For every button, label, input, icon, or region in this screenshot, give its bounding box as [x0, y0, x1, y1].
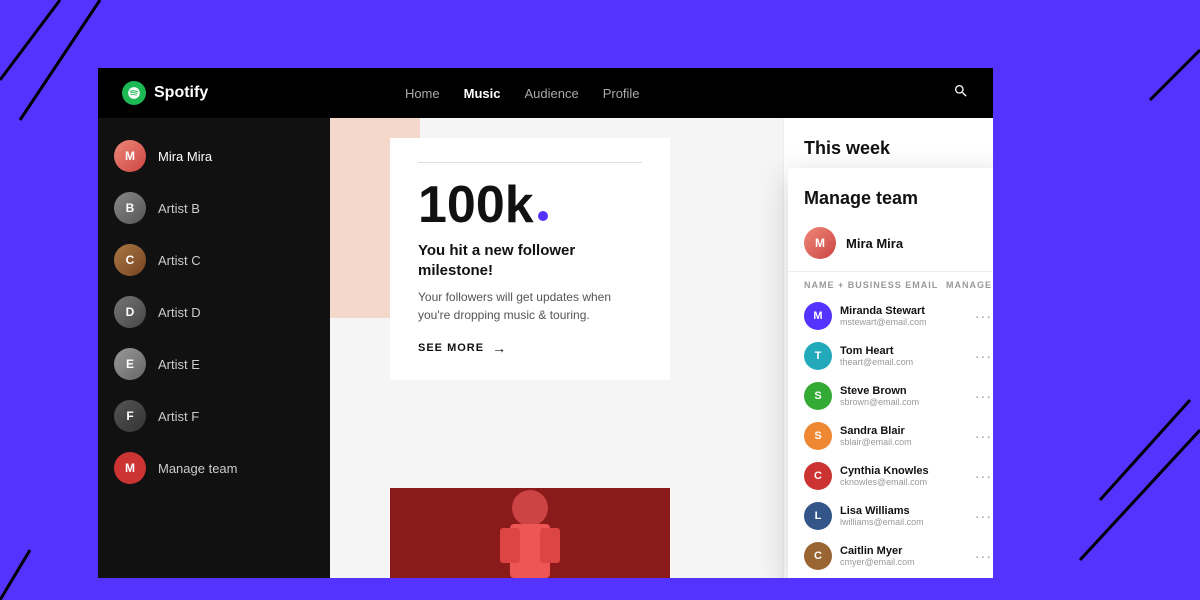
member-dots-sandra[interactable]: ···	[975, 428, 992, 444]
sidebar-item-manage-team[interactable]: M Manage team	[98, 442, 330, 494]
manage-current-user: M Mira Mira	[788, 219, 993, 272]
see-more-button[interactable]: SEE MORE →	[418, 340, 642, 356]
member-info-steve: Steve Brown sbrown@email.com	[840, 385, 967, 407]
member-name-sandra: Sandra Blair	[840, 425, 967, 437]
member-info-tom: Tom Heart theart@email.com	[840, 345, 967, 367]
member-name-caitlin: Caitlin Myer	[840, 545, 967, 557]
member-dots-caitlin[interactable]: ···	[975, 548, 992, 564]
top-nav: Spotify Home Music Audience Profile	[98, 68, 993, 118]
app-name: Spotify	[154, 84, 208, 102]
member-avatar-steve: S	[804, 382, 832, 410]
artist-photo-card	[390, 488, 670, 578]
member-info-lisa: Lisa Williams lwilliams@email.com	[840, 505, 967, 527]
sidebar-item-artist-f[interactable]: F Artist F	[98, 390, 330, 442]
content-area: M Mira Mira B Artist B C Artist C D Arti…	[98, 118, 993, 578]
sidebar: M Mira Mira B Artist B C Artist C D Arti…	[98, 118, 330, 578]
team-member-lisa: L Lisa Williams lwilliams@email.com ···	[788, 496, 993, 536]
manage-team-title: Manage team	[788, 188, 993, 219]
nav-audience[interactable]: Audience	[524, 86, 578, 101]
sidebar-label-artist-e: Artist E	[158, 357, 200, 372]
manage-col-header: NAME + BUSINESS EMAIL MANAGE	[788, 272, 993, 296]
team-member-tom: T Tom Heart theart@email.com ···	[788, 336, 993, 376]
member-avatar-cynthia: C	[804, 462, 832, 490]
team-member-caitlin: C Caitlin Myer cmyer@email.com ···	[788, 536, 993, 576]
nav-links: Home Music Audience Profile	[405, 86, 640, 101]
member-avatar-lisa: L	[804, 502, 832, 530]
member-dots-miranda[interactable]: ···	[975, 308, 992, 324]
sidebar-label-mira-mira: Mira Mira	[158, 149, 212, 164]
member-dots-steve[interactable]: ···	[975, 388, 992, 404]
milestone-card: 100k You hit a new follower milestone! Y…	[390, 138, 670, 380]
team-member-steve: S Steve Brown sbrown@email.com ···	[788, 376, 993, 416]
member-email-steve: sbrown@email.com	[840, 397, 967, 407]
member-name-lisa: Lisa Williams	[840, 505, 967, 517]
manage-current-name: Mira Mira	[846, 236, 903, 251]
search-icon[interactable]	[953, 83, 969, 104]
milestone-dot	[538, 211, 548, 221]
avatar-artist-c: C	[114, 244, 146, 276]
member-email-lisa: lwilliams@email.com	[840, 517, 967, 527]
main-content: 100k You hit a new follower milestone! Y…	[330, 118, 993, 578]
milestone-divider	[418, 162, 642, 163]
team-member-cynthia: C Cynthia Knowles cknowles@email.com ···	[788, 456, 993, 496]
sidebar-label-artist-d: Artist D	[158, 305, 201, 320]
sidebar-item-artist-e[interactable]: E Artist E	[98, 338, 330, 390]
member-email-miranda: mstewart@email.com	[840, 317, 967, 327]
member-info-caitlin: Caitlin Myer cmyer@email.com	[840, 545, 967, 567]
sidebar-item-artist-d[interactable]: D Artist D	[98, 286, 330, 338]
sidebar-item-artist-b[interactable]: B Artist B	[98, 182, 330, 234]
member-email-tom: theart@email.com	[840, 357, 967, 367]
avatar-manage-team: M	[114, 452, 146, 484]
avatar-mira-mira: M	[114, 140, 146, 172]
photo-card-inner	[390, 488, 670, 578]
nav-home[interactable]: Home	[405, 86, 440, 101]
nav-music[interactable]: Music	[464, 86, 501, 101]
member-email-cynthia: cknowles@email.com	[840, 477, 967, 487]
avatar-artist-b: B	[114, 192, 146, 224]
avatar-artist-d: D	[114, 296, 146, 328]
member-dots-lisa[interactable]: ···	[975, 508, 992, 524]
nav-logo: Spotify	[122, 81, 208, 105]
main-container: Spotify Home Music Audience Profile M Mi…	[98, 68, 993, 578]
member-name-tom: Tom Heart	[840, 345, 967, 357]
member-dots-tom[interactable]: ···	[975, 348, 992, 364]
avatar-artist-e: E	[114, 348, 146, 380]
arrow-right-icon: →	[492, 340, 507, 356]
member-avatar-sandra: S	[804, 422, 832, 450]
col-manage-label: MANAGE	[946, 280, 992, 290]
manage-team-card: Manage team M Mira Mira NAME + BUSINESS …	[788, 168, 993, 578]
member-avatar-tom: T	[804, 342, 832, 370]
member-email-caitlin: cmyer@email.com	[840, 557, 967, 567]
member-name-miranda: Miranda Stewart	[840, 305, 967, 317]
member-name-steve: Steve Brown	[840, 385, 967, 397]
col-name-label: NAME + BUSINESS EMAIL	[804, 280, 938, 290]
member-info-cynthia: Cynthia Knowles cknowles@email.com	[840, 465, 967, 487]
sidebar-label-artist-b: Artist B	[158, 201, 200, 216]
sidebar-label-artist-f: Artist F	[158, 409, 199, 424]
sidebar-label-manage-team: Manage team	[158, 461, 238, 476]
nav-profile[interactable]: Profile	[603, 86, 640, 101]
team-member-miranda: M Miranda Stewart mstewart@email.com ···	[788, 296, 993, 336]
member-name-cynthia: Cynthia Knowles	[840, 465, 967, 477]
sidebar-item-mira-mira[interactable]: M Mira Mira	[98, 130, 330, 182]
sidebar-label-artist-c: Artist C	[158, 253, 201, 268]
stats-title: This week	[804, 138, 973, 159]
member-dots-cynthia[interactable]: ···	[975, 468, 992, 484]
member-info-miranda: Miranda Stewart mstewart@email.com	[840, 305, 967, 327]
member-avatar-miranda: M	[804, 302, 832, 330]
team-member-sandra: S Sandra Blair sblair@email.com ···	[788, 416, 993, 456]
sidebar-item-artist-c[interactable]: C Artist C	[98, 234, 330, 286]
member-avatar-caitlin: C	[804, 542, 832, 570]
milestone-number: 100k	[418, 179, 642, 231]
member-info-sandra: Sandra Blair sblair@email.com	[840, 425, 967, 447]
member-email-sandra: sblair@email.com	[840, 437, 967, 447]
milestone-title: You hit a new follower milestone!	[418, 241, 642, 280]
manage-current-avatar: M	[804, 227, 836, 259]
avatar-artist-f: F	[114, 400, 146, 432]
spotify-icon	[122, 81, 146, 105]
milestone-description: Your followers will get updates when you…	[418, 288, 642, 324]
